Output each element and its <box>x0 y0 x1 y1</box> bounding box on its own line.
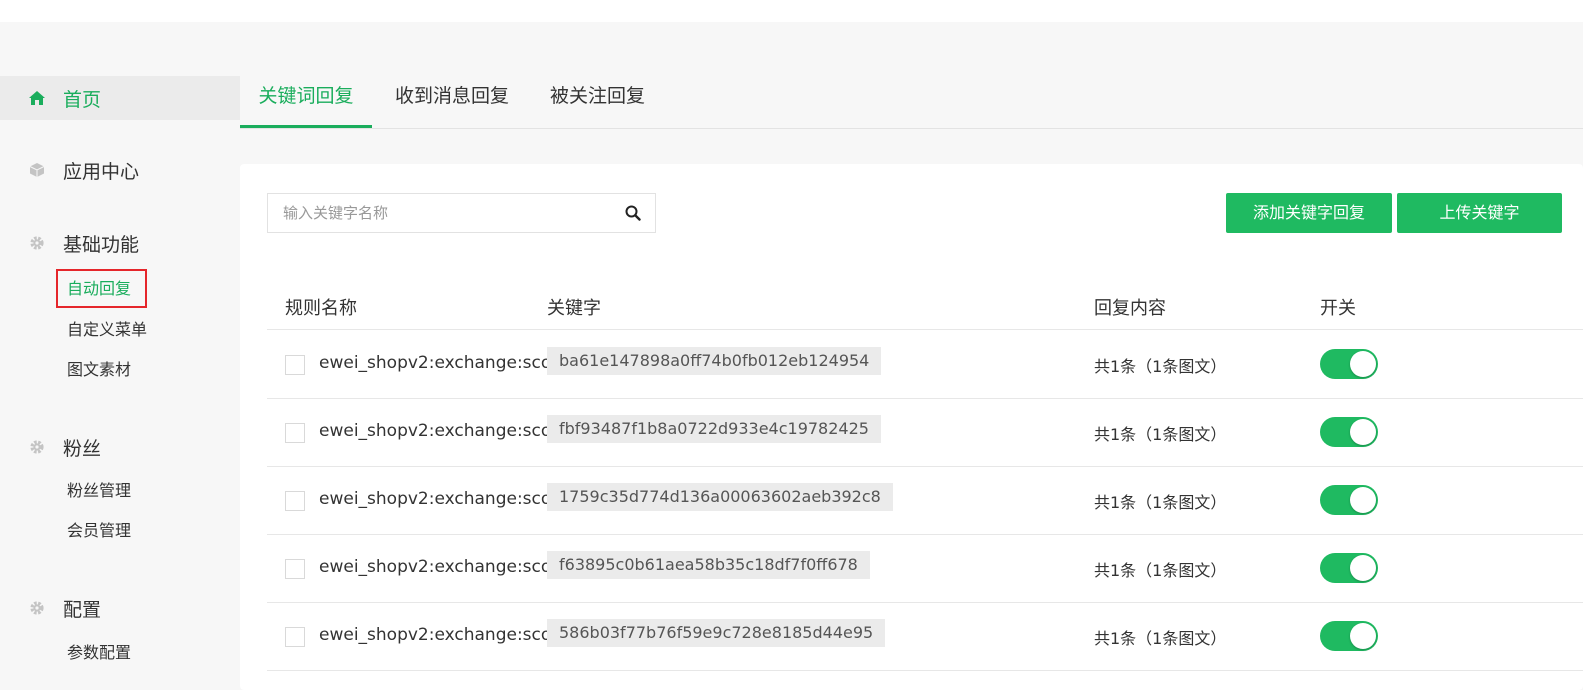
sidebar-item-fans-manage[interactable]: 粉丝管理 <box>67 479 131 503</box>
sidebar-group-basic[interactable]: 基础功能 <box>0 221 240 265</box>
cube-icon <box>28 161 46 179</box>
sidebar-item-label: 配置 <box>63 598 102 621</box>
search-input[interactable] <box>268 194 608 232</box>
sidebar-group-fans[interactable]: 粉丝 <box>0 425 240 469</box>
gear-icon <box>28 599 46 617</box>
toggle-knob <box>1350 419 1376 445</box>
toggle-knob <box>1350 487 1376 513</box>
enable-toggle[interactable] <box>1320 621 1378 651</box>
sidebar-group-config[interactable]: 配置 <box>0 586 240 630</box>
reply-content: 共1条（1条图文） <box>1094 561 1227 580</box>
sidebar-item-auto-reply[interactable]: 自动回复 <box>67 277 131 301</box>
tab-message-reply[interactable]: 收到消息回复 <box>395 76 509 129</box>
sidebar-item-params[interactable]: 参数配置 <box>67 641 131 665</box>
keyword-tag: ba61e147898a0ff74b0fb012eb124954 <box>547 347 882 375</box>
table-row: ewei_shopv2:exchange:score ba61e147898a0… <box>267 331 1583 399</box>
add-keyword-reply-button[interactable]: 添加关键字回复 <box>1226 193 1392 233</box>
toggle-knob <box>1350 623 1376 649</box>
sidebar-item-custom-menu[interactable]: 自定义菜单 <box>67 318 147 342</box>
top-bar <box>0 0 1583 22</box>
enable-toggle[interactable] <box>1320 553 1378 583</box>
enable-toggle[interactable] <box>1320 485 1378 515</box>
tab-keyword-reply[interactable]: 关键词回复 <box>240 76 372 129</box>
enable-toggle[interactable] <box>1320 349 1378 379</box>
tab-bar: 关键词回复 收到消息回复 被关注回复 <box>240 76 1583 129</box>
sidebar-item-app-center[interactable]: 应用中心 <box>0 148 240 192</box>
rule-name: ewei_shopv2:exchange:score <box>319 625 569 645</box>
gear-icon <box>28 438 46 456</box>
table-row: ewei_shopv2:exchange:score 586b03f77b76f… <box>267 603 1583 671</box>
row-checkbox[interactable] <box>285 423 305 443</box>
row-checkbox[interactable] <box>285 559 305 579</box>
keyword-tag: f63895c0b61aea58b35c18df7f0ff678 <box>547 551 870 579</box>
toggle-knob <box>1350 351 1376 377</box>
keyword-tag: fbf93487f1b8a0722d933e4c19782425 <box>547 415 881 443</box>
reply-content: 共1条（1条图文） <box>1094 357 1227 376</box>
enable-toggle[interactable] <box>1320 417 1378 447</box>
column-header-switch: 开关 <box>1320 298 1356 319</box>
upload-keyword-button[interactable]: 上传关键字 <box>1397 193 1562 233</box>
sidebar-item-member-manage[interactable]: 会员管理 <box>67 519 131 543</box>
sidebar-item-label: 应用中心 <box>63 160 140 183</box>
main-panel: 添加关键字回复 上传关键字 规则名称 关键字 回复内容 开关 ewei_shop… <box>240 164 1583 690</box>
tab-follow-reply[interactable]: 被关注回复 <box>550 76 645 129</box>
sidebar-item-label: 首页 <box>63 88 102 111</box>
table-row: ewei_shopv2:exchange:score fbf93487f1b8a… <box>267 399 1583 467</box>
sidebar-item-media[interactable]: 图文素材 <box>67 358 131 382</box>
toggle-knob <box>1350 555 1376 581</box>
home-icon <box>28 89 46 107</box>
column-header-reply-content: 回复内容 <box>1094 298 1166 319</box>
rule-name: ewei_shopv2:exchange:score <box>319 421 569 441</box>
row-checkbox[interactable] <box>285 355 305 375</box>
reply-content: 共1条（1条图文） <box>1094 493 1227 512</box>
column-header-rule-name: 规则名称 <box>285 298 357 319</box>
table-row: ewei_shopv2:exchange:score f63895c0b61ae… <box>267 535 1583 603</box>
active-tab-indicator <box>240 125 372 128</box>
gear-icon <box>28 234 46 252</box>
keyword-tag: 586b03f77b76f59e9c728e8185d44e95 <box>547 619 886 647</box>
rule-name: ewei_shopv2:exchange:score <box>319 353 569 373</box>
sidebar-item-label: 基础功能 <box>63 233 140 256</box>
reply-content: 共1条（1条图文） <box>1094 425 1227 444</box>
sidebar-item-label: 粉丝 <box>63 437 102 460</box>
row-checkbox[interactable] <box>285 491 305 511</box>
keyword-tag: 1759c35d774d136a00063602aeb392c8 <box>547 483 893 511</box>
reply-content: 共1条（1条图文） <box>1094 629 1227 648</box>
sidebar-item-home[interactable]: 首页 <box>0 76 240 120</box>
search-icon[interactable] <box>625 205 641 221</box>
row-checkbox[interactable] <box>285 627 305 647</box>
search-box <box>267 193 656 233</box>
column-header-keyword: 关键字 <box>547 298 601 319</box>
rule-name: ewei_shopv2:exchange:score <box>319 489 569 509</box>
rule-name: ewei_shopv2:exchange:score <box>319 557 569 577</box>
table-header: 规则名称 关键字 回复内容 开关 <box>267 282 1583 330</box>
table-row: ewei_shopv2:exchange:score 1759c35d774d1… <box>267 467 1583 535</box>
